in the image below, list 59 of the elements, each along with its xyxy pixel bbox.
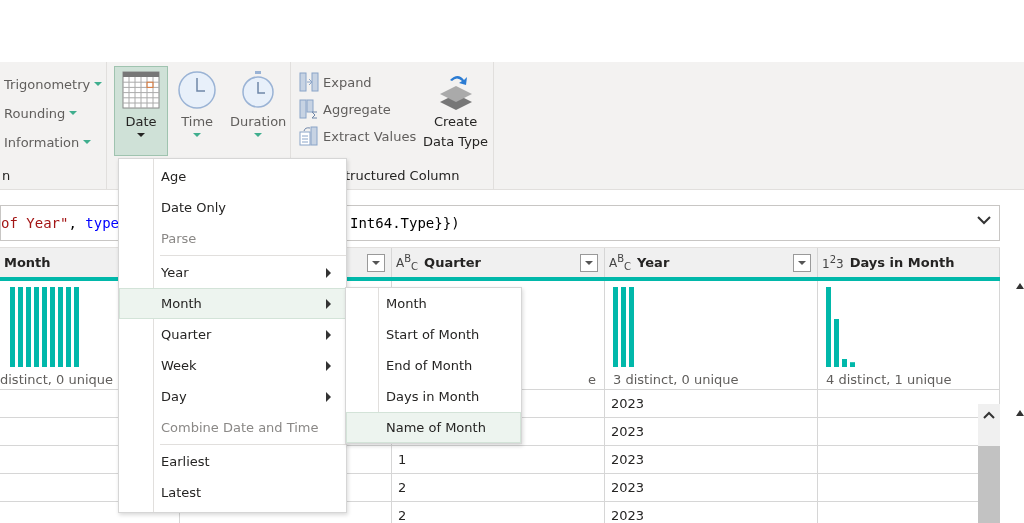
menu-item[interactable]: Days in Month xyxy=(346,381,521,412)
menu-item[interactable]: Earliest xyxy=(119,446,346,477)
ribbon-button[interactable]: Duration xyxy=(226,66,290,156)
filter-button[interactable] xyxy=(580,253,598,272)
column-header[interactable]: Month xyxy=(4,255,51,270)
menu-item[interactable]: Week xyxy=(119,350,346,381)
menu-item[interactable]: Age xyxy=(119,161,346,192)
formula-text: of Year", type xyxy=(1,215,119,231)
menu-item[interactable]: End of Month xyxy=(346,350,521,381)
table-cell: 2023 xyxy=(605,502,818,523)
caret-icon xyxy=(372,260,380,265)
ribbon-button[interactable]: Expand xyxy=(299,72,417,92)
menu-item[interactable]: Quarter xyxy=(119,319,346,350)
chevron-down-icon[interactable] xyxy=(977,216,991,225)
filter-button[interactable] xyxy=(367,253,385,272)
table-cell: 2023 xyxy=(605,474,818,501)
ribbon-button[interactable]: Date xyxy=(114,66,169,156)
ribbon-button[interactable]: Extract Values xyxy=(299,126,417,146)
group-label: n xyxy=(1,169,12,185)
caret-icon xyxy=(585,260,593,265)
column-header[interactable]: Year xyxy=(637,255,670,270)
table-cell: 2 xyxy=(392,502,605,523)
menu-item[interactable]: Month xyxy=(346,288,521,319)
ribbon-button[interactable]: Trigonometry xyxy=(0,74,103,94)
expand-icon xyxy=(299,72,319,92)
ribbon-button[interactable]: Rounding xyxy=(0,103,103,123)
formula-text: Int64.Type}}) xyxy=(350,215,460,231)
table-cell: 2023 xyxy=(605,390,818,417)
profile-text: e xyxy=(588,372,596,387)
extract-icon xyxy=(299,126,319,146)
table-cell: 2 xyxy=(392,474,605,501)
menu-item[interactable]: Day xyxy=(119,381,346,412)
menu-item[interactable]: Month xyxy=(119,288,346,319)
ribbon-button[interactable]: Information xyxy=(0,132,103,152)
chevron-up-icon[interactable] xyxy=(983,411,995,419)
column-header[interactable]: Days in Month xyxy=(849,255,955,270)
filter-button[interactable] xyxy=(793,253,811,272)
profile-text: distinct, 0 unique xyxy=(0,372,115,387)
aggregate-icon xyxy=(299,99,319,119)
table-cell: 2023 xyxy=(605,418,818,445)
ribbon-button[interactable]: Time xyxy=(170,66,225,156)
type-icon: 1$^{2}$3 xyxy=(822,254,844,271)
menu-item[interactable]: Latest xyxy=(119,477,346,508)
triangle-icon[interactable] xyxy=(1016,283,1024,289)
table-cell: 1 xyxy=(392,446,605,473)
table-cell: 2023 xyxy=(605,446,818,473)
ribbon-button[interactable]: Aggregate xyxy=(299,99,417,119)
menu-item[interactable]: Year xyxy=(119,257,346,288)
profile-text: 4 distinct, 1 unique xyxy=(826,372,953,387)
menu-item[interactable]: Start of Month xyxy=(346,319,521,350)
triangle-icon[interactable] xyxy=(1016,410,1024,416)
column-header[interactable]: Quarter xyxy=(424,255,481,270)
profile-text: 3 distinct, 0 unique xyxy=(613,372,740,387)
menu-item[interactable]: Name of Month xyxy=(346,412,521,443)
caret-icon xyxy=(798,260,806,265)
calendar-icon xyxy=(121,70,162,110)
clock-icon xyxy=(177,70,218,110)
scrollbar[interactable] xyxy=(978,404,1000,523)
create-data-type-button[interactable]: Create Data Type xyxy=(422,66,489,169)
